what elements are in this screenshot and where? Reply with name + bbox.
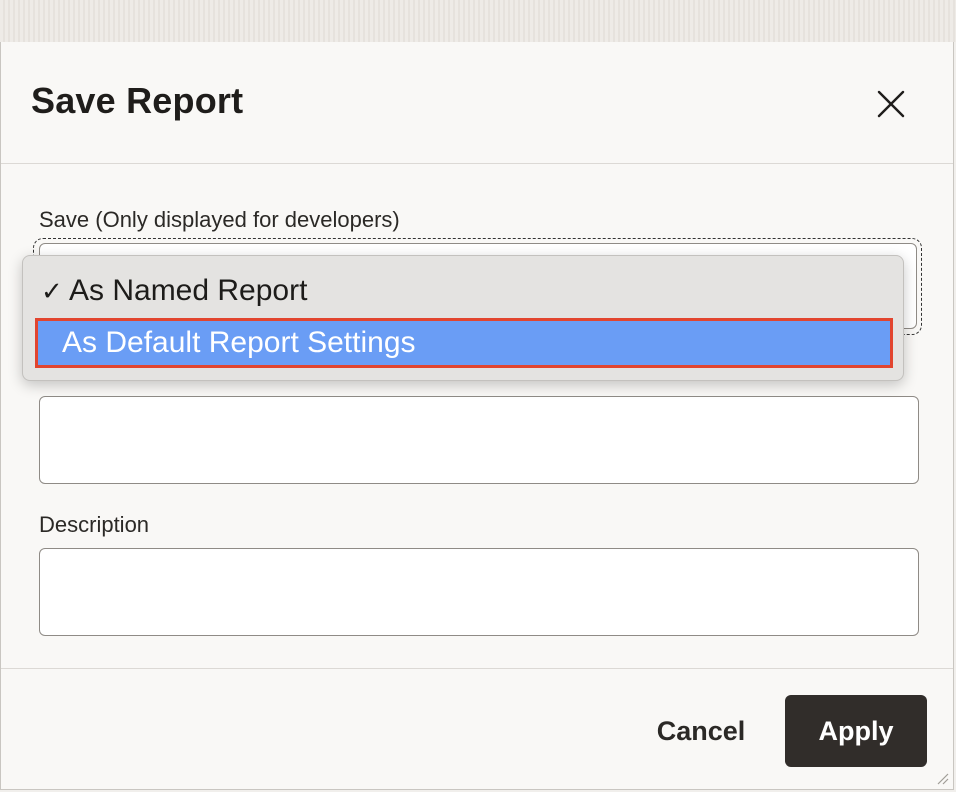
- checkmark-icon: ✓: [41, 275, 63, 306]
- dialog-title: Save Report: [31, 80, 244, 121]
- name-input[interactable]: [39, 396, 919, 484]
- option-label: As Named Report: [69, 274, 308, 307]
- dialog-footer: Cancel Apply: [1, 668, 953, 789]
- close-button[interactable]: [869, 82, 913, 126]
- save-options-dropdown: ✓ As Named Report As Default Report Sett…: [22, 255, 904, 381]
- cancel-button[interactable]: Cancel: [641, 698, 761, 764]
- option-as-named-report[interactable]: ✓ As Named Report: [35, 266, 893, 316]
- dialog-header: Save Report: [1, 42, 953, 164]
- resize-grip-icon[interactable]: [933, 769, 949, 785]
- save-report-dialog: Save Report Save (Only displayed for dev…: [0, 42, 954, 790]
- option-as-default-report-settings[interactable]: As Default Report Settings: [35, 318, 893, 368]
- description-field-label: Description: [39, 512, 150, 537]
- option-label: As Default Report Settings: [62, 326, 416, 359]
- description-input[interactable]: [39, 548, 919, 636]
- close-icon: [877, 90, 905, 118]
- save-field-label: Save (Only displayed for developers): [39, 207, 400, 232]
- page-backdrop: [0, 0, 956, 42]
- apply-button[interactable]: Apply: [785, 695, 927, 767]
